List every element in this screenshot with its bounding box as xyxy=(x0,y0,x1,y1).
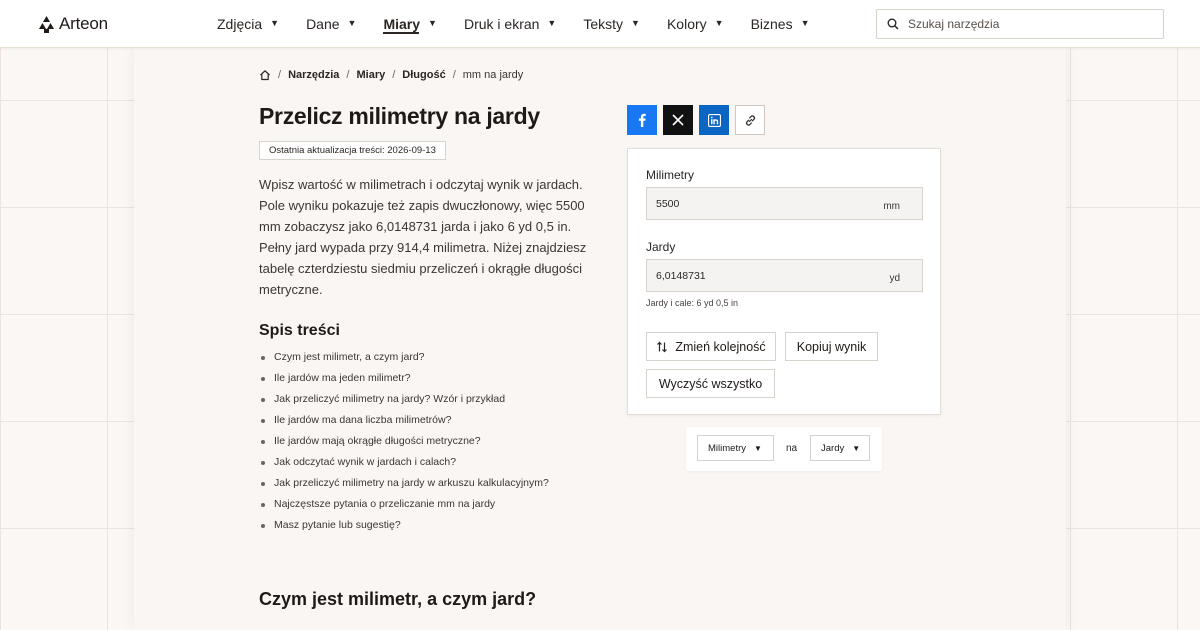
home-icon[interactable] xyxy=(259,69,271,81)
converter-card: Milimetry 5500 mm Jardy 6,0148731 yd Jar… xyxy=(627,148,941,415)
nav-label: Kolory xyxy=(666,16,707,32)
clear-all-button[interactable]: Wyczyść wszystko xyxy=(646,369,775,398)
toc-item[interactable]: Jak przeliczyć milimetry na jardy w arku… xyxy=(259,473,549,494)
main-nav: Zdjęcia ▼ Dane ▼ Miary ▼ Druk i ekran ▼ … xyxy=(217,0,837,48)
caret-down-icon: ▼ xyxy=(547,18,557,28)
from-unit-select[interactable]: Milimetry ▼ xyxy=(697,435,774,461)
nav-item-zdjecia[interactable]: Zdjęcia ▼ xyxy=(217,0,279,48)
toc-item[interactable]: Czym jest milimetr, a czym jard? xyxy=(259,347,549,368)
breadcrumb-link-narzedzia[interactable]: Narzędzia xyxy=(288,69,339,81)
intro-paragraph: Wpisz wartość w milimetrach i odczytaj w… xyxy=(259,177,587,297)
nav-label: Teksty xyxy=(583,16,624,32)
copy-link-button[interactable] xyxy=(735,105,765,135)
nav-label: Zdjęcia xyxy=(217,16,263,32)
nav-item-dane[interactable]: Dane ▼ xyxy=(306,0,356,48)
nav-label: Biznes xyxy=(750,16,793,32)
millimeters-label: Milimetry xyxy=(646,168,694,182)
millimeters-unit: mm xyxy=(883,201,900,212)
toc-item[interactable]: Masz pytanie lub sugestię? xyxy=(259,515,549,536)
toc-title: Spis treści xyxy=(259,322,340,339)
swap-arrows-icon xyxy=(657,341,668,352)
breadcrumb-separator: / xyxy=(346,69,350,81)
toc-item[interactable]: Ile jardów ma jeden milimetr? xyxy=(259,368,549,389)
from-unit-value: Milimetry xyxy=(708,442,746,454)
toc-item[interactable]: Ile jardów ma dana liczba milimetrów? xyxy=(259,410,549,431)
caret-down-icon: ▼ xyxy=(852,443,861,453)
nav-item-kolory[interactable]: Kolory ▼ xyxy=(667,0,724,48)
search-placeholder: Szukaj narzędzia xyxy=(908,17,1000,31)
table-of-contents: Czym jest milimetr, a czym jard? Ile jar… xyxy=(259,347,549,536)
linkedin-icon xyxy=(707,113,721,127)
breadcrumb-separator: / xyxy=(278,69,282,81)
clear-all-label: Wyczyść wszystko xyxy=(658,376,763,391)
breadcrumb: / Narzędzia / Miary / Długość / mm na ja… xyxy=(259,69,523,81)
nav-item-miary[interactable]: Miary ▼ xyxy=(383,0,437,48)
swap-button-label: Zmień kolejność xyxy=(675,339,766,354)
nav-item-biznes[interactable]: Biznes ▼ xyxy=(751,0,810,48)
to-unit-select[interactable]: Jardy ▼ xyxy=(810,435,870,461)
toc-item[interactable]: Jak przeliczyć milimetry na jardy? Wzór … xyxy=(259,389,549,410)
yards-input[interactable]: 6,0148731 yd xyxy=(646,259,923,292)
caret-down-icon: ▼ xyxy=(714,18,724,28)
caret-down-icon: ▼ xyxy=(631,18,640,28)
logo[interactable]: Arteon xyxy=(39,14,108,34)
unit-selector-bar: Milimetry ▼ na Jardy ▼ xyxy=(686,427,882,471)
yards-label: Jardy xyxy=(646,240,676,254)
breadcrumb-link-dlugosc[interactable]: Długość xyxy=(402,69,445,81)
share-linkedin-button[interactable] xyxy=(699,105,729,135)
caret-down-icon: ▼ xyxy=(428,18,437,28)
section-heading: Czym jest milimetr, a czym jard? xyxy=(259,589,537,609)
breadcrumb-link-miary[interactable]: Miary xyxy=(356,69,385,81)
copy-result-button[interactable]: Kopiuj wynik xyxy=(785,332,878,361)
logo-icon xyxy=(39,15,54,33)
caret-down-icon: ▼ xyxy=(754,443,762,453)
unit-connector: na xyxy=(786,443,798,454)
search-input[interactable]: Szukaj narzędzia xyxy=(876,9,1164,39)
caret-down-icon: ▼ xyxy=(270,18,280,28)
last-updated-badge: Ostatnia aktualizacja treści: 2026-09-13 xyxy=(259,141,446,160)
facebook-icon xyxy=(638,113,646,127)
millimeters-input[interactable]: 5500 mm xyxy=(646,187,923,220)
copy-result-label: Kopiuj wynik xyxy=(796,339,867,354)
caret-down-icon: ▼ xyxy=(800,18,810,28)
top-header: Arteon Zdjęcia ▼ Dane ▼ Miary ▼ Druk i e… xyxy=(0,0,1200,48)
yards-value: 6,0148731 xyxy=(656,270,706,282)
nav-label: Druk i ekran xyxy=(463,16,540,32)
nav-item-teksty[interactable]: Teksty ▼ xyxy=(583,0,640,48)
yards-inches-hint: Jardy i cale: 6 yd 0,5 in xyxy=(646,298,739,308)
millimeters-value: 5500 xyxy=(656,198,680,210)
breadcrumb-current: mm na jardy xyxy=(462,69,524,81)
yards-unit: yd xyxy=(889,273,900,284)
nav-item-druk-i-ekran[interactable]: Druk i ekran ▼ xyxy=(464,0,556,48)
link-icon xyxy=(745,114,755,126)
nav-label: Miary xyxy=(383,16,421,32)
breadcrumb-separator: / xyxy=(452,69,456,81)
caret-down-icon: ▼ xyxy=(347,18,357,28)
share-buttons xyxy=(627,105,765,135)
search-icon xyxy=(887,18,899,30)
toc-item[interactable]: Ile jardów mają okrągłe długości metrycz… xyxy=(259,431,549,452)
content-card: / Narzędzia / Miary / Długość / mm na ja… xyxy=(134,48,1066,630)
share-x-button[interactable] xyxy=(663,105,693,135)
brand-name: Arteon xyxy=(59,14,108,33)
x-icon xyxy=(672,114,684,126)
share-facebook-button[interactable] xyxy=(627,105,657,135)
page-title: Przelicz milimetry na jardy xyxy=(259,103,540,129)
toc-item[interactable]: Najczęstsze pytania o przeliczanie mm na… xyxy=(259,494,549,515)
toc-item[interactable]: Jak odczytać wynik w jardach i calach? xyxy=(259,452,549,473)
swap-button[interactable]: Zmień kolejność xyxy=(646,332,776,361)
breadcrumb-separator: / xyxy=(392,69,396,81)
to-unit-value: Jardy xyxy=(821,442,845,454)
nav-label: Dane xyxy=(306,16,340,32)
